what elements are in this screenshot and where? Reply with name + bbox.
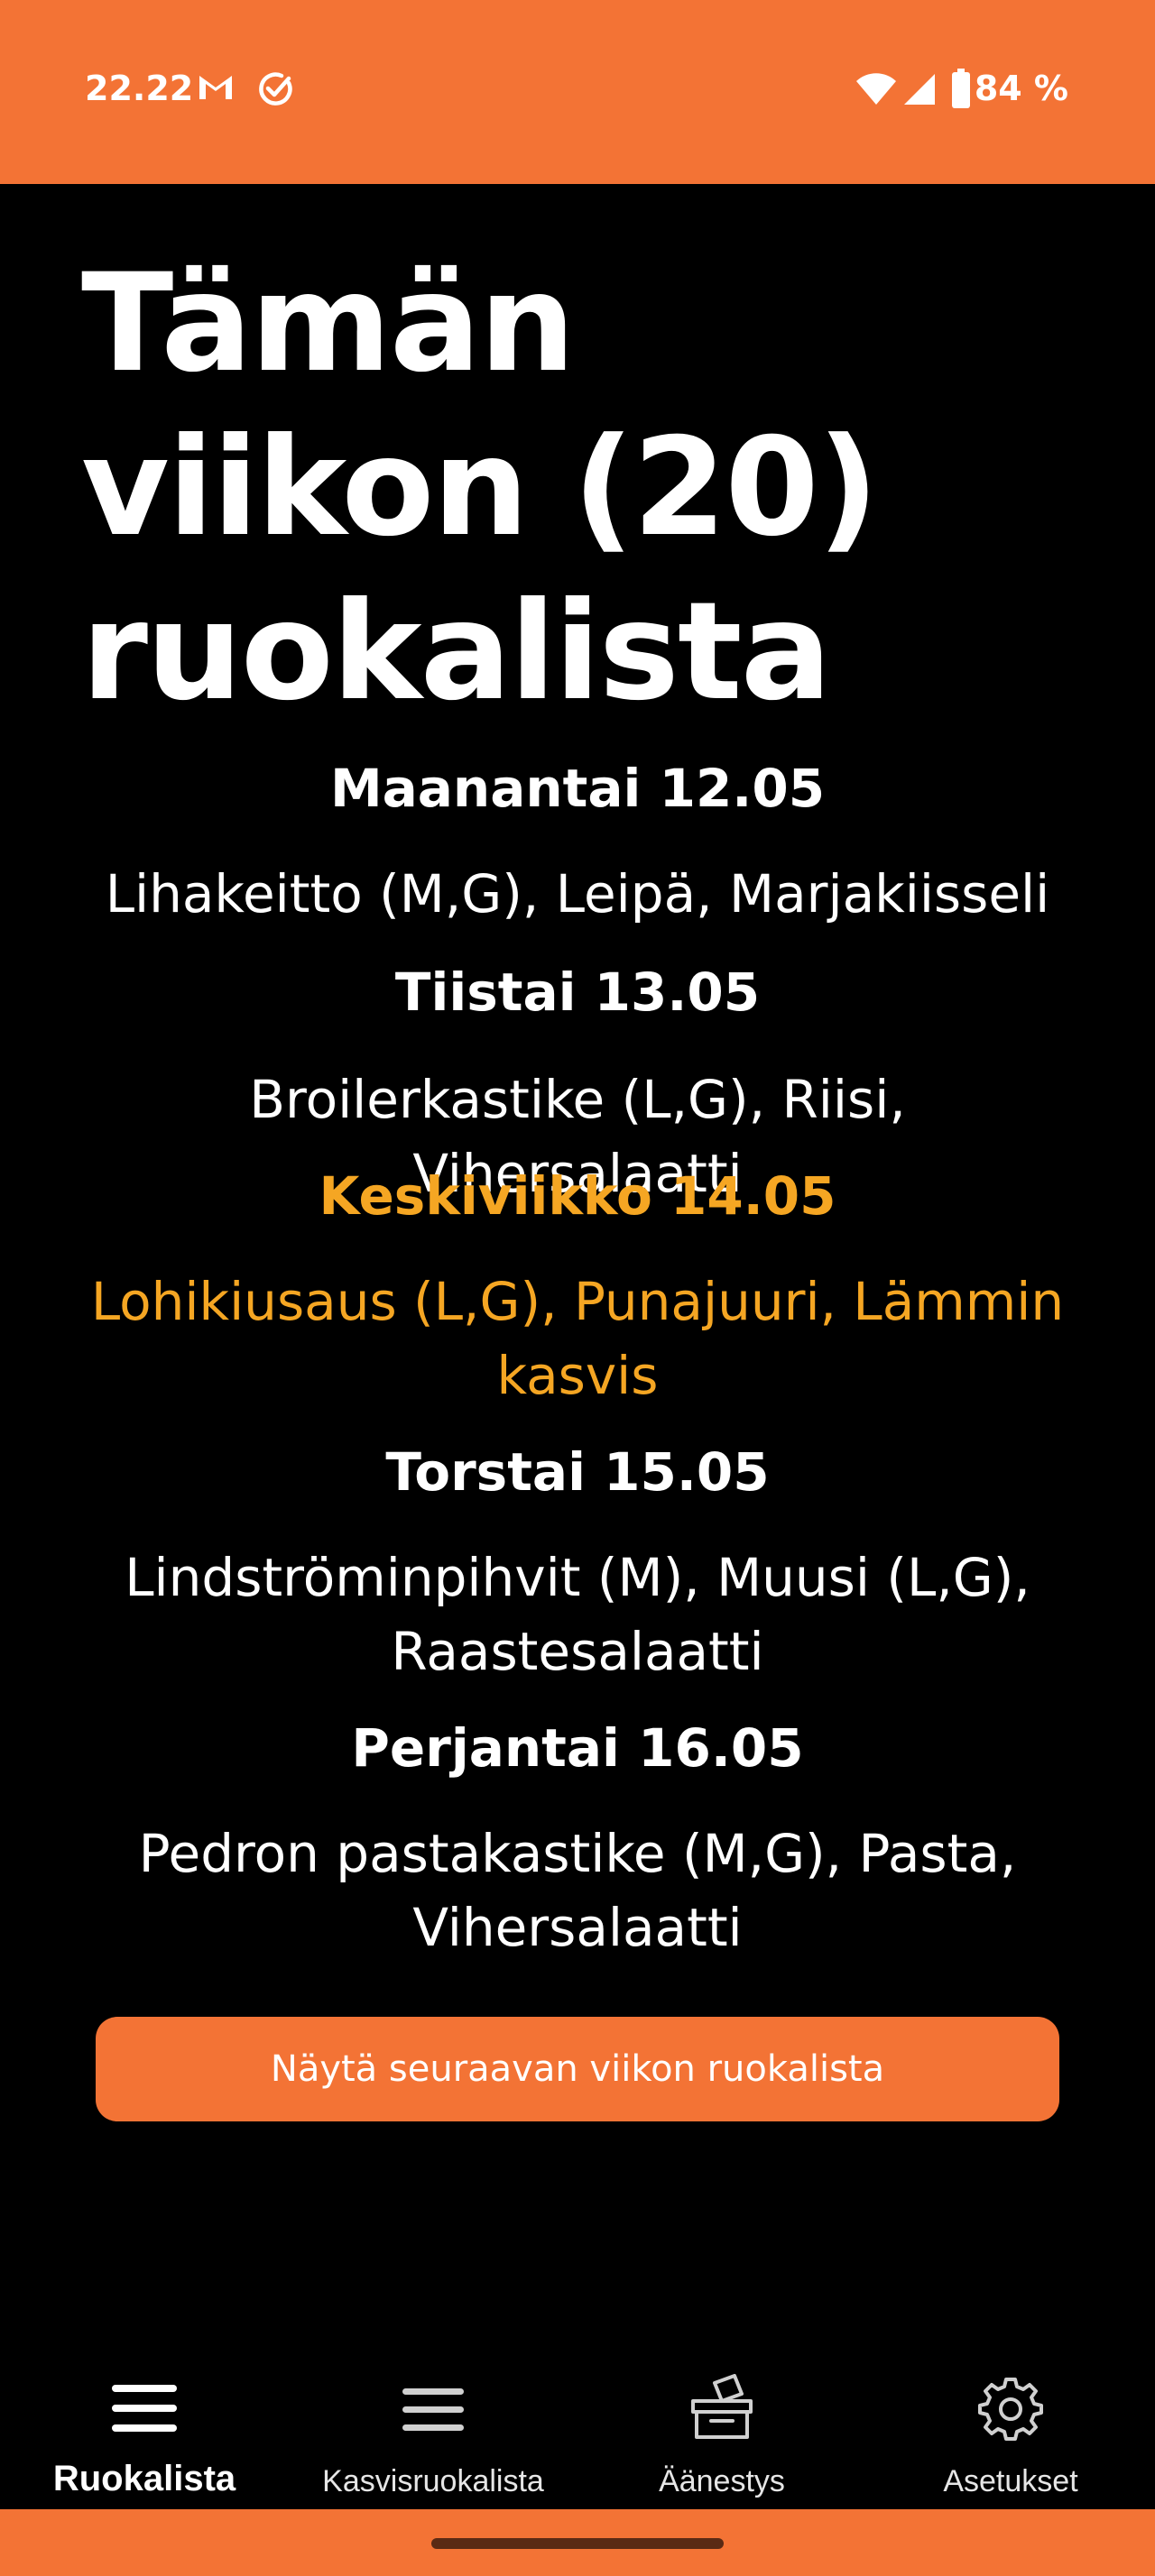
page-title: Tämän viikon (20) ruokalista bbox=[81, 242, 1074, 734]
gesture-handle[interactable] bbox=[431, 2538, 724, 2549]
nav-label: Asetukset bbox=[943, 2464, 1078, 2498]
day-food-today: Lohikiusaus (L,G), Punajuuri, Lämmin kas… bbox=[90, 1271, 1065, 1406]
next-week-menu-button[interactable]: Näytä seuraavan viikon ruokalista bbox=[96, 2017, 1059, 2121]
page-title-line: Tämän bbox=[81, 245, 576, 402]
day-title: Maanantai 12.05 bbox=[329, 758, 826, 819]
nav-label: Ruokalista bbox=[52, 2459, 236, 2498]
day-food: Lindströminpihvit (M), Muusi (L,G), Raas… bbox=[125, 1547, 1030, 1682]
day-title-today: Keskiviikko 14.05 bbox=[319, 1165, 836, 1227]
menu-icon bbox=[110, 2381, 179, 2439]
ballot-box-icon bbox=[688, 2374, 756, 2443]
nav-item-aanestys[interactable]: Äänestys bbox=[578, 2367, 866, 2509]
gesture-bar bbox=[0, 2509, 1155, 2576]
page-title-line: ruokalista bbox=[81, 574, 832, 731]
day-title: Torstai 15.05 bbox=[385, 1441, 770, 1503]
page-title-line: viikon (20) bbox=[81, 409, 879, 566]
day-title: Perjantai 16.05 bbox=[351, 1717, 804, 1779]
battery-percent: 84 % bbox=[974, 69, 1068, 108]
wifi-icon bbox=[855, 72, 897, 110]
status-time: 22.22 bbox=[85, 69, 194, 108]
gmail-icon bbox=[197, 72, 235, 106]
main-content: Tämän viikon (20) ruokalista Maanantai 1… bbox=[0, 184, 1155, 2367]
day-food: Pedron pastakastike (M,G), Pasta, Vihers… bbox=[138, 1823, 1017, 1958]
nav-label: Kasvisruokalista bbox=[322, 2464, 544, 2498]
nav-item-kasvisruokalista[interactable]: Kasvisruokalista bbox=[289, 2367, 578, 2509]
battery-icon bbox=[951, 69, 971, 112]
day-title: Tiistai 13.05 bbox=[394, 961, 761, 1023]
status-bar: 22.22 84 % bbox=[0, 0, 1155, 184]
day-food: Lihakeitto (M,G), Leipä, Marjakiisseli bbox=[105, 863, 1050, 925]
check-circle-icon bbox=[256, 70, 294, 112]
nav-item-ruokalista[interactable]: Ruokalista bbox=[0, 2367, 289, 2509]
nav-item-asetukset[interactable]: Asetukset bbox=[866, 2367, 1155, 2509]
gear-icon bbox=[978, 2376, 1043, 2444]
menu-icon bbox=[401, 2385, 466, 2439]
signal-icon bbox=[902, 72, 937, 110]
nav-label: Äänestys bbox=[659, 2464, 785, 2498]
bottom-navigation: Ruokalista Kasvisruokalista Äänestys Ase… bbox=[0, 2367, 1155, 2509]
